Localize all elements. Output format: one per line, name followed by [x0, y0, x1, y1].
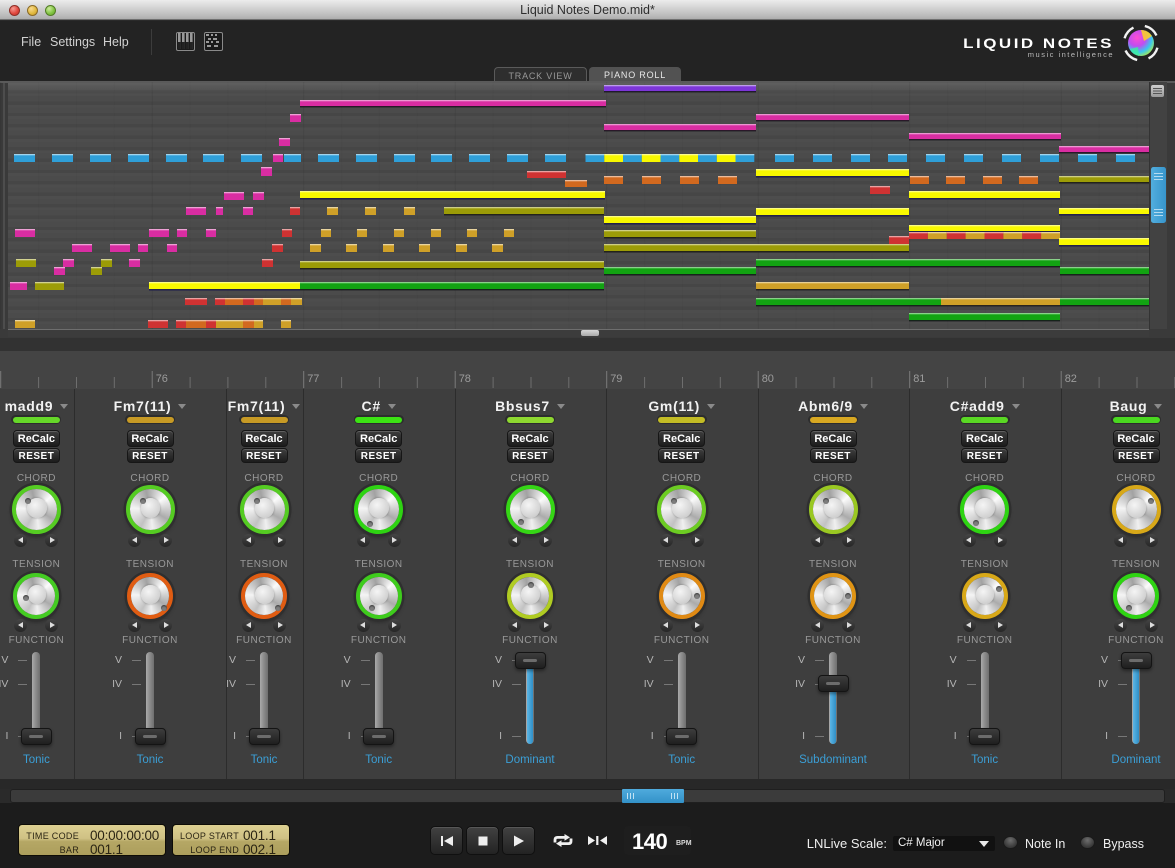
svg-text:77: 77: [307, 373, 319, 385]
svg-text:79: 79: [610, 373, 622, 385]
svg-text:81: 81: [913, 373, 925, 385]
svg-text:76: 76: [156, 373, 168, 385]
svg-text:82: 82: [1065, 373, 1077, 385]
svg-text:78: 78: [459, 373, 471, 385]
svg-text:80: 80: [762, 373, 774, 385]
